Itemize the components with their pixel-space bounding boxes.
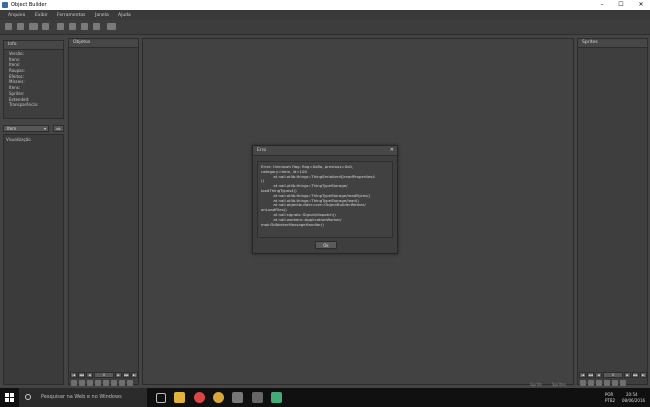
menu-ferramentas[interactable]: Ferramentas [57,13,85,18]
clock-date[interactable]: 08/06/2016 [622,398,645,403]
search-icon [25,394,31,400]
merge-icon[interactable] [42,23,49,30]
language-indicator[interactable]: POR [605,392,613,397]
new-object-icon[interactable] [111,380,117,386]
export-icon[interactable] [87,380,93,386]
dialog-title-bar: Erro ✕ [253,146,397,156]
category-select[interactable]: Item ▾ [3,125,49,132]
find-icon[interactable] [119,380,125,386]
toolbar [0,20,650,35]
dialog-close-icon[interactable]: ✕ [390,146,394,155]
sprite-replace-icon[interactable] [580,380,586,386]
app-icon[interactable] [213,392,224,403]
clock-time[interactable]: 20:54 [626,392,638,397]
menu-bar: Arquivo Exibir Ferramentas Janela Ajuda [0,10,650,20]
object-builder-icon[interactable] [232,392,243,403]
store-icon[interactable] [252,392,263,403]
error-message: Error: Unknown flag. flag=0x8a, previous… [257,161,393,238]
apply-button[interactable]: ok [53,125,64,132]
sprite-import-icon[interactable] [588,380,594,386]
sprite-find-icon[interactable] [612,380,618,386]
sprites-prev-fast-button[interactable]: ◀◀ [587,372,594,378]
windows-start-icon[interactable] [5,393,14,402]
import-icon[interactable] [79,380,85,386]
sprites-next-fast-button[interactable]: ▶▶ [632,372,639,378]
visualization-panel [3,134,64,385]
slices-icon[interactable] [69,23,76,30]
new-file-icon[interactable] [5,23,12,30]
dialog-title: Erro [257,148,267,153]
status-sprite-label: Sprite [530,382,542,387]
taskbar-search-placeholder: Pesquisar na Web e no Windows [41,394,122,400]
info-panel: Info Versão: Itens: Itens: Roupas: Efeit… [3,40,64,119]
menu-ajuda[interactable]: Ajuda [118,13,131,18]
visualization-label: Visualização [6,137,31,142]
animation-editor-icon[interactable] [81,23,88,30]
sprites-first-page-button[interactable]: |◀ [579,372,586,378]
task-view-icon[interactable] [156,393,166,403]
objects-prev-fast-button[interactable]: ◀◀ [78,372,85,378]
status-sprites-label: Sprites [552,382,566,387]
sprites-panel: Sprites [577,38,648,385]
sprite-export-icon[interactable] [596,380,602,386]
taskbar: Pesquisar na Web e no Windows POR PTB2 2… [0,388,650,407]
taskbar-search-box[interactable]: Pesquisar na Web e no Windows [19,388,147,407]
object-viewer-icon[interactable] [57,23,64,30]
duplicate-icon[interactable] [103,380,109,386]
objects-panel-title: Objetos [69,39,138,48]
info-panel-title: Info [4,41,63,50]
sprites-panel-title: Sprites [578,39,647,48]
objects-last-page-button[interactable]: ▶| [131,372,138,378]
title-bar: Object Builder – ☐ ✕ [0,0,650,10]
objects-first-page-button[interactable]: |◀ [70,372,77,378]
sprite-delete-icon[interactable] [620,380,626,386]
file-explorer-icon[interactable] [174,392,185,403]
menu-arquivo[interactable]: Arquivo [8,13,25,18]
info-transparency-label: Transparência: [9,102,39,108]
sprites-last-page-button[interactable]: ▶| [640,372,647,378]
objects-next-button[interactable]: ▶ [115,372,122,378]
objects-page-field[interactable]: 0 [94,372,114,378]
menu-exibir[interactable]: Exibir [35,13,48,18]
log-icon[interactable] [107,23,116,30]
delete-icon[interactable] [127,380,133,386]
app-logo-icon [2,2,8,8]
compile-icon[interactable] [29,23,38,30]
category-select-value: Item [7,126,17,131]
chrome-icon[interactable] [194,392,205,403]
objects-next-fast-button[interactable]: ▶▶ [123,372,130,378]
open-folder-icon[interactable] [17,23,24,30]
minimize-button[interactable]: – [595,0,609,10]
map-editor-icon[interactable] [271,392,282,403]
chevron-down-icon: ▾ [43,126,46,131]
edit-icon[interactable] [95,380,101,386]
error-dialog: Erro ✕ Error: Unknown flag. flag=0x8a, p… [252,145,398,254]
sprite-new-icon[interactable] [604,380,610,386]
keyboard-layout[interactable]: PTB2 [605,398,615,403]
menu-janela[interactable]: Janela [95,13,109,18]
maximize-button[interactable]: ☐ [614,0,628,10]
window-title: Object Builder [11,2,47,8]
replace-icon[interactable] [71,380,77,386]
ok-button[interactable]: Ok [315,241,337,249]
settings-icon[interactable] [93,23,100,30]
sprites-prev-button[interactable]: ◀ [595,372,602,378]
sprites-next-button[interactable]: ▶ [624,372,631,378]
sprites-page-field[interactable]: 0 [603,372,623,378]
objects-prev-button[interactable]: ◀ [86,372,93,378]
close-button[interactable]: ✕ [634,0,648,10]
objects-panel: Objetos [68,38,139,385]
